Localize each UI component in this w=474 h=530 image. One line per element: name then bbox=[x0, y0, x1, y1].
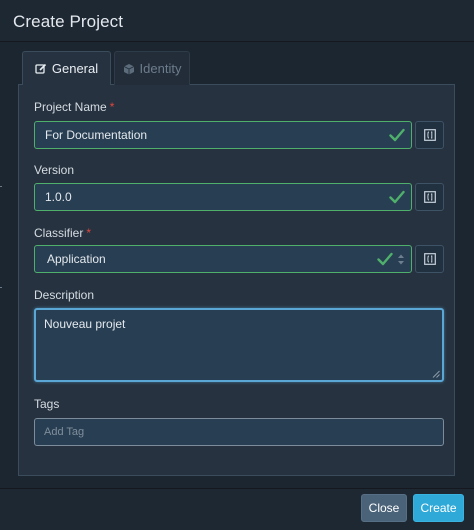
project-name-input[interactable]: For Documentation bbox=[34, 121, 412, 149]
project-name-lookup-button[interactable] bbox=[415, 121, 444, 149]
required-marker: * bbox=[86, 226, 92, 240]
version-lookup-button[interactable] bbox=[415, 183, 444, 211]
classifier-label: Classifier * bbox=[34, 226, 91, 240]
version-input[interactable]: 1.0.0 bbox=[34, 183, 412, 211]
resize-handle-icon[interactable] bbox=[432, 370, 440, 378]
tab-identity-label: Identity bbox=[139, 61, 182, 76]
version-label: Version bbox=[34, 163, 75, 177]
brackets-icon bbox=[423, 129, 436, 141]
cube-icon bbox=[123, 63, 135, 75]
project-name-label-text: Project Name bbox=[34, 100, 107, 114]
tags-label: Tags bbox=[34, 397, 60, 411]
brackets-icon bbox=[423, 253, 436, 265]
tags-input[interactable]: Add Tag bbox=[34, 418, 444, 446]
tags-placeholder: Add Tag bbox=[44, 426, 85, 438]
required-marker: * bbox=[109, 100, 115, 114]
brackets-icon bbox=[423, 191, 436, 203]
description-label: Description bbox=[34, 288, 95, 302]
project-name-value: For Documentation bbox=[45, 128, 148, 142]
tab-identity[interactable]: Identity bbox=[114, 51, 190, 85]
dialog-title: Create Project bbox=[13, 12, 124, 31]
version-value: 1.0.0 bbox=[45, 190, 72, 204]
edge-tick bbox=[0, 186, 2, 187]
edit-icon bbox=[35, 63, 47, 75]
check-icon bbox=[389, 128, 405, 142]
classifier-lookup-button[interactable] bbox=[415, 245, 444, 273]
description-value: Nouveau projet bbox=[44, 317, 126, 331]
select-arrows-icon bbox=[398, 254, 404, 265]
check-icon bbox=[377, 252, 393, 266]
tab-general-label: General bbox=[51, 61, 99, 76]
create-button[interactable]: Create bbox=[413, 494, 464, 522]
check-icon bbox=[389, 190, 405, 204]
project-name-label: Project Name * bbox=[34, 100, 114, 114]
dialog-header: Create Project bbox=[0, 0, 474, 42]
edge-tick bbox=[0, 287, 2, 288]
classifier-label-text: Classifier bbox=[34, 226, 84, 240]
description-textarea[interactable]: Nouveau projet bbox=[34, 308, 444, 382]
close-button[interactable]: Close bbox=[361, 494, 407, 522]
classifier-value: Application bbox=[47, 252, 106, 266]
tab-bar: General Identity bbox=[18, 51, 455, 86]
tab-general[interactable]: General bbox=[22, 51, 111, 86]
classifier-select[interactable]: Application bbox=[34, 245, 412, 273]
